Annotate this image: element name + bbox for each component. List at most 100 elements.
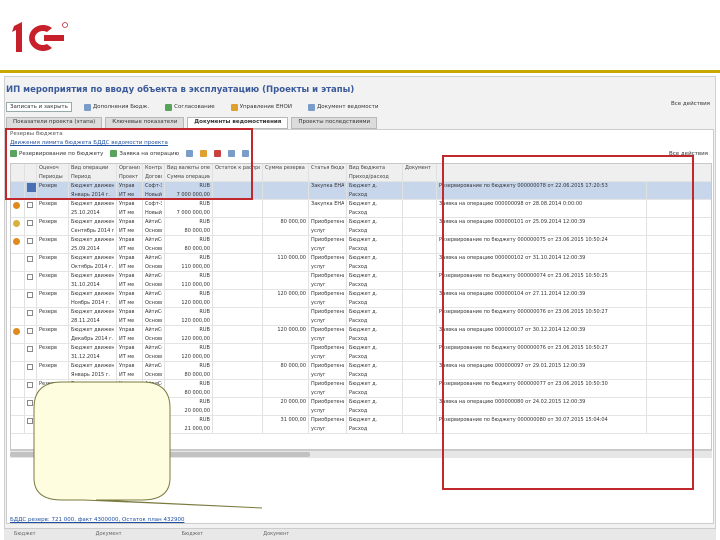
cell-remainder-line1 <box>215 272 260 281</box>
checkbox-icon[interactable] <box>27 400 33 406</box>
cell-budget-type-line1: Бюджет д. <box>349 183 378 189</box>
cell-operation-line1: Бюджет движения денеж. <box>71 327 114 333</box>
statement-button[interactable]: Документ ведомости <box>304 102 382 113</box>
save-close-button[interactable]: Записать и закрыть <box>6 102 72 112</box>
checkbox-icon[interactable] <box>27 346 33 352</box>
cell-counterparty: Софт-Эверест Новый <box>143 200 165 217</box>
cell-budget-article: Приобретение товаров услуг <box>309 236 347 253</box>
cell-organization: Управ ИТ ме <box>117 308 143 325</box>
statement-label: Документ ведомости <box>317 104 379 110</box>
header-cell-line1: Документ <box>405 165 431 171</box>
row-checkbox <box>25 200 37 217</box>
all-actions-menu[interactable]: Все действия <box>671 101 710 107</box>
checkbox-icon[interactable] <box>27 274 33 280</box>
cell-counterparty-line1: АйтиСервис <box>145 219 162 225</box>
cell-remainder-line1 <box>215 326 260 335</box>
cell-operation: Бюджет движения денеж. 28.11.2014 <box>69 308 117 325</box>
cell-reserve: 31 000,00 <box>263 416 309 433</box>
checkbox-icon[interactable] <box>27 328 33 334</box>
checkbox-icon[interactable] <box>27 238 33 244</box>
cell-amount-line2: 110 000,00 <box>181 264 210 270</box>
row-checkbox <box>25 290 37 307</box>
cell-type-line1: Резерв <box>39 399 57 405</box>
cell-reserve-line1: 80 000,00 <box>280 363 306 369</box>
approval-button[interactable]: Согласование <box>161 102 219 113</box>
cell-type-line1: Резерв <box>39 255 57 261</box>
cell-budget-article: Приобретение товаров услуг <box>309 398 347 415</box>
cell-organization-line1: Управ <box>119 363 135 369</box>
checkbox-icon[interactable] <box>27 256 33 262</box>
page-title: ИП мероприятия по вводу объекта в эксплу… <box>6 85 355 95</box>
cell-counterparty: АйтиСервис Основной договор_12 <box>143 344 165 361</box>
cell-budget-type: Бюджет д. Расход <box>347 182 403 199</box>
cell-type-line1: Резерв <box>39 291 57 297</box>
cell-counterparty: АйтиСервис Основной договор_12 <box>143 218 165 235</box>
cell-amount-line1: RUB <box>199 345 210 351</box>
checkbox-icon[interactable] <box>27 292 33 298</box>
cell-organization: Управ ИТ ме <box>117 398 143 415</box>
status-summary-link[interactable]: БДДС резерв: 721 000, факт 4300000, Оста… <box>10 517 184 523</box>
cell-operation-line2: Февраль 2015 г. <box>71 408 114 414</box>
budget-additions-button[interactable]: Дополнения Бюдж. <box>80 102 153 113</box>
cell-operation-line2: 28.11.2014 <box>71 318 100 324</box>
checkbox-icon[interactable] <box>27 202 33 208</box>
cell-budget-type-line2: Расход <box>349 318 368 324</box>
checkbox-icon[interactable] <box>27 364 33 370</box>
cell-counterparty-line2: Основной договор_12 <box>145 408 162 414</box>
header-cell: Вид бюджета Приход/расход <box>347 164 403 181</box>
cell-counterparty: АйтиСервис Основной договор_12 <box>143 272 165 289</box>
header-cell-line1: Статья бюджета <box>311 165 344 171</box>
cell-counterparty: АйтиСервис Основной договор_12 <box>143 236 165 253</box>
scrollbar-thumb[interactable] <box>10 452 310 457</box>
cell-budget-type-line2: Расход <box>349 264 368 270</box>
checkbox-icon[interactable] <box>27 220 33 226</box>
cell-remainder-line1 <box>215 200 260 209</box>
cell-counterparty-line2: Основной договор_12 <box>145 336 162 342</box>
cell-counterparty-line1: АйтиСервис <box>145 291 162 297</box>
cell-remainder-line1 <box>215 218 260 227</box>
cell-remainder-line1 <box>215 380 260 389</box>
header-cell: Статья бюджета <box>309 164 347 181</box>
cell-organization: Управ ИТ ме <box>117 254 143 271</box>
cell-counterparty: АйтиСервис Основной договор_12 <box>143 290 165 307</box>
cell-budget-article-line2: услуг <box>311 246 326 252</box>
checkbox-icon[interactable] <box>27 418 33 424</box>
cell-budget-type-line2: Расход <box>349 408 368 414</box>
cell-counterparty-line2: Основной договор_12 <box>145 372 162 378</box>
cell-counterparty-line1: АйтиСервис <box>145 399 162 405</box>
cell-organization: Управ ИТ ме <box>117 272 143 289</box>
cell-organization-line1: Управ <box>119 327 135 333</box>
cell-organization: Управ ИТ ме <box>117 290 143 307</box>
row-checkbox <box>25 254 37 271</box>
cell-counterparty-line2: Основной договор_12 <box>145 318 162 324</box>
cell-operation-line1: Бюджет движения денеж. <box>71 201 114 207</box>
cell-counterparty-line1: АйтиСервис <box>145 417 162 423</box>
cell-budget-article: Приобретение товаров услуг <box>309 326 347 343</box>
header-cell-line2: Приход/расход <box>349 174 389 180</box>
row-marker <box>11 362 25 379</box>
cell-operation-line2: 31.12.2014 <box>71 354 100 360</box>
checkbox-icon[interactable] <box>27 382 33 388</box>
cell-remainder <box>213 416 263 433</box>
bottom-bar-item: Документ <box>263 531 290 537</box>
cell-operation: Бюджет движения денеж. 20.01.2015 <box>69 380 117 397</box>
cell-reserve-line1 <box>265 380 306 389</box>
cell-reserve-line1 <box>265 200 306 209</box>
cell-operation: Бюджет движения денеж. 31.10.2014 <box>69 272 117 289</box>
cell-counterparty-line1: АйтиСервис <box>145 255 162 261</box>
cell-organization-line2: ИТ ме <box>119 300 135 306</box>
cell-budget-article: Закупка ЕНА <box>309 200 347 217</box>
cell-counterparty: АйтиСервис Основной договор_12 <box>143 254 165 271</box>
cell-amount: RUB 110 000,00 <box>165 254 213 271</box>
cell-amount-line1: RUB <box>199 237 210 243</box>
cell-budget-article-line1: Закупка ЕНА <box>311 183 344 189</box>
cell-operation-line2: Сентябрь 2014 г. <box>71 228 114 234</box>
tab-projects[interactable]: Проекты последствиями <box>291 117 378 129</box>
cell-budget-article-line1: Приобретение товаров <box>311 381 344 387</box>
cell-organization: Управ ИТ ме <box>117 218 143 235</box>
cell-amount: RUB 80 000,00 <box>165 218 213 235</box>
checkbox-icon[interactable] <box>27 310 33 316</box>
header-cell: Сумма резерва <box>263 164 309 181</box>
enoi-button[interactable]: Управление ЕНОИ <box>227 102 296 113</box>
cell-organization-line1: Управ <box>119 291 135 297</box>
